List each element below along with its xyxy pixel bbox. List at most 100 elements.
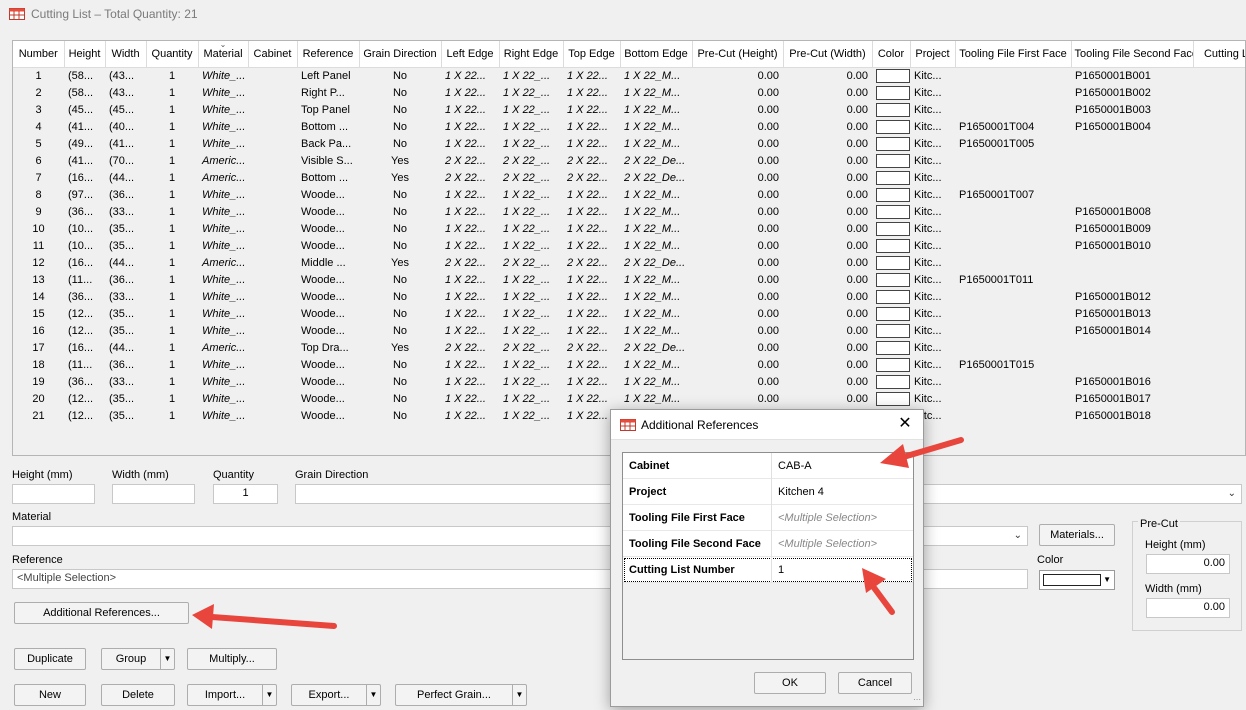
cell-top-edge[interactable]: 1 X 22...: [563, 288, 620, 305]
cell-top-edge[interactable]: 1 X 22...: [563, 101, 620, 118]
table-row[interactable]: 15 (12... (35... 1 White_... Woode... No 1 X 22…: [13, 305, 1245, 322]
table-row[interactable]: 13 (11... (36... 1 White_... Woode... No 1 X 22…: [13, 271, 1245, 288]
cell-tool2[interactable]: [1071, 271, 1193, 288]
cell-right-edge[interactable]: 1 X 22_...: [499, 390, 563, 407]
chevron-down-icon[interactable]: ▼: [512, 685, 526, 705]
column-header[interactable]: Bottom Edge: [620, 41, 693, 68]
cell-quantity[interactable]: 1: [146, 101, 198, 118]
perfect-grain-button[interactable]: Perfect Grain... ▼: [395, 684, 527, 706]
cell-project[interactable]: Kitc...: [910, 271, 955, 288]
cell-tool2[interactable]: P1650001B002: [1071, 84, 1193, 101]
cell-cutting-list[interactable]: [1193, 101, 1245, 118]
cell-tool1[interactable]: [955, 84, 1071, 101]
cell-quantity[interactable]: 1: [146, 67, 198, 84]
chevron-down-icon[interactable]: ▼: [160, 649, 174, 669]
cell-tool1[interactable]: [955, 254, 1071, 271]
cell-project[interactable]: Kitc...: [910, 135, 955, 152]
cell-width[interactable]: (33...: [105, 373, 146, 390]
cell-cutting-list[interactable]: [1193, 390, 1245, 407]
cell-top-edge[interactable]: 1 X 22...: [563, 186, 620, 203]
cell-precut-w[interactable]: 0.00: [783, 118, 872, 135]
cell-project[interactable]: Kitc...: [910, 67, 955, 84]
materials-button[interactable]: Materials...: [1039, 524, 1115, 546]
column-header[interactable]: Left Edge: [441, 41, 500, 68]
cell-top-edge[interactable]: 1 X 22...: [563, 373, 620, 390]
cell-width[interactable]: (35...: [105, 390, 146, 407]
cell-tool1[interactable]: P1650001T015: [955, 356, 1071, 373]
cell-bottom-edge[interactable]: 1 X 22_M...: [620, 237, 692, 254]
cell-cutting-list[interactable]: [1193, 254, 1245, 271]
cell-project[interactable]: Kitc...: [910, 84, 955, 101]
cell-left-edge[interactable]: 1 X 22...: [441, 101, 499, 118]
cell-material[interactable]: White_...: [198, 305, 248, 322]
cell-tool1[interactable]: [955, 373, 1071, 390]
cell-reference[interactable]: Woode...: [297, 220, 359, 237]
cell-height[interactable]: (41...: [64, 152, 105, 169]
cell-bottom-edge[interactable]: 1 X 22_M...: [620, 135, 692, 152]
new-button[interactable]: New: [14, 684, 86, 706]
cell-tool1[interactable]: P1650001T004: [955, 118, 1071, 135]
cell-precut-w[interactable]: 0.00: [783, 203, 872, 220]
table-row[interactable]: 14 (36... (33... 1 White_... Woode... No 1 X 22…: [13, 288, 1245, 305]
cell-number[interactable]: 18: [13, 356, 64, 373]
cell-right-edge[interactable]: 1 X 22_...: [499, 220, 563, 237]
cell-right-edge[interactable]: 2 X 22_...: [499, 152, 563, 169]
column-header[interactable]: Project: [910, 41, 956, 68]
cell-bottom-edge[interactable]: 1 X 22_M...: [620, 220, 692, 237]
cell-quantity[interactable]: 1: [146, 237, 198, 254]
cell-right-edge[interactable]: 1 X 22_...: [499, 407, 563, 424]
cell-left-edge[interactable]: 1 X 22...: [441, 373, 499, 390]
cell-bottom-edge[interactable]: 2 X 22_De...: [620, 169, 692, 186]
column-header[interactable]: ⌄ Material: [198, 41, 249, 68]
cell-reference[interactable]: Middle ...: [297, 254, 359, 271]
cell-project[interactable]: Kitc...: [910, 169, 955, 186]
cell-material[interactable]: White_...: [198, 271, 248, 288]
cell-precut-h[interactable]: 0.00: [692, 118, 783, 135]
width-input[interactable]: [112, 484, 195, 504]
cell-precut-h[interactable]: 0.00: [692, 169, 783, 186]
cell-cabinet[interactable]: [248, 305, 297, 322]
cell-precut-w[interactable]: 0.00: [783, 220, 872, 237]
cell-material[interactable]: White_...: [198, 407, 248, 424]
cell-quantity[interactable]: 1: [146, 390, 198, 407]
table-row[interactable]: 18 (11... (36... 1 White_... Woode... No 1 X 22…: [13, 356, 1245, 373]
column-header[interactable]: Color: [872, 41, 911, 68]
cell-left-edge[interactable]: 2 X 22...: [441, 254, 499, 271]
table-row[interactable]: 11 (10... (35... 1 White_... Woode... No 1 X 22…: [13, 237, 1245, 254]
cell-color[interactable]: [872, 118, 910, 135]
cell-height[interactable]: (97...: [64, 186, 105, 203]
cell-precut-h[interactable]: 0.00: [692, 101, 783, 118]
cell-material[interactable]: White_...: [198, 356, 248, 373]
cell-reference[interactable]: Woode...: [297, 186, 359, 203]
cell-material[interactable]: White_...: [198, 322, 248, 339]
cell-tool2[interactable]: P1650001B001: [1071, 67, 1193, 84]
cell-cabinet[interactable]: [248, 390, 297, 407]
cell-height[interactable]: (12...: [64, 305, 105, 322]
cell-reference[interactable]: Woode...: [297, 203, 359, 220]
table-row[interactable]: 10 (10... (35... 1 White_... Woode... No 1 X 22…: [13, 220, 1245, 237]
table-row[interactable]: 19 (36... (33... 1 White_... Woode... No 1 X 22…: [13, 373, 1245, 390]
cell-cabinet[interactable]: [248, 373, 297, 390]
cell-width[interactable]: (43...: [105, 67, 146, 84]
cell-cabinet[interactable]: [248, 220, 297, 237]
cell-color[interactable]: [872, 322, 910, 339]
cell-color[interactable]: [872, 169, 910, 186]
cell-bottom-edge[interactable]: 1 X 22_M...: [620, 67, 692, 84]
cell-width[interactable]: (35...: [105, 407, 146, 424]
cell-reference[interactable]: Woode...: [297, 356, 359, 373]
cell-number[interactable]: 6: [13, 152, 64, 169]
cell-height[interactable]: (58...: [64, 67, 105, 84]
cell-precut-w[interactable]: 0.00: [783, 356, 872, 373]
cell-tool1[interactable]: [955, 220, 1071, 237]
cell-tool2[interactable]: P1650001B003: [1071, 101, 1193, 118]
cell-right-edge[interactable]: 2 X 22_...: [499, 339, 563, 356]
property-row-tooling-file-first-face[interactable]: Tooling File First Face <Multiple Selecti…: [623, 505, 913, 531]
property-value[interactable]: 1: [778, 564, 784, 576]
cell-left-edge[interactable]: 1 X 22...: [441, 220, 499, 237]
cell-tool1[interactable]: [955, 67, 1071, 84]
property-value[interactable]: Kitchen 4: [778, 486, 824, 498]
cell-tool2[interactable]: P1650001B004: [1071, 118, 1193, 135]
cell-tool2[interactable]: [1071, 254, 1193, 271]
property-row-project[interactable]: Project Kitchen 4: [623, 479, 913, 505]
cell-quantity[interactable]: 1: [146, 356, 198, 373]
